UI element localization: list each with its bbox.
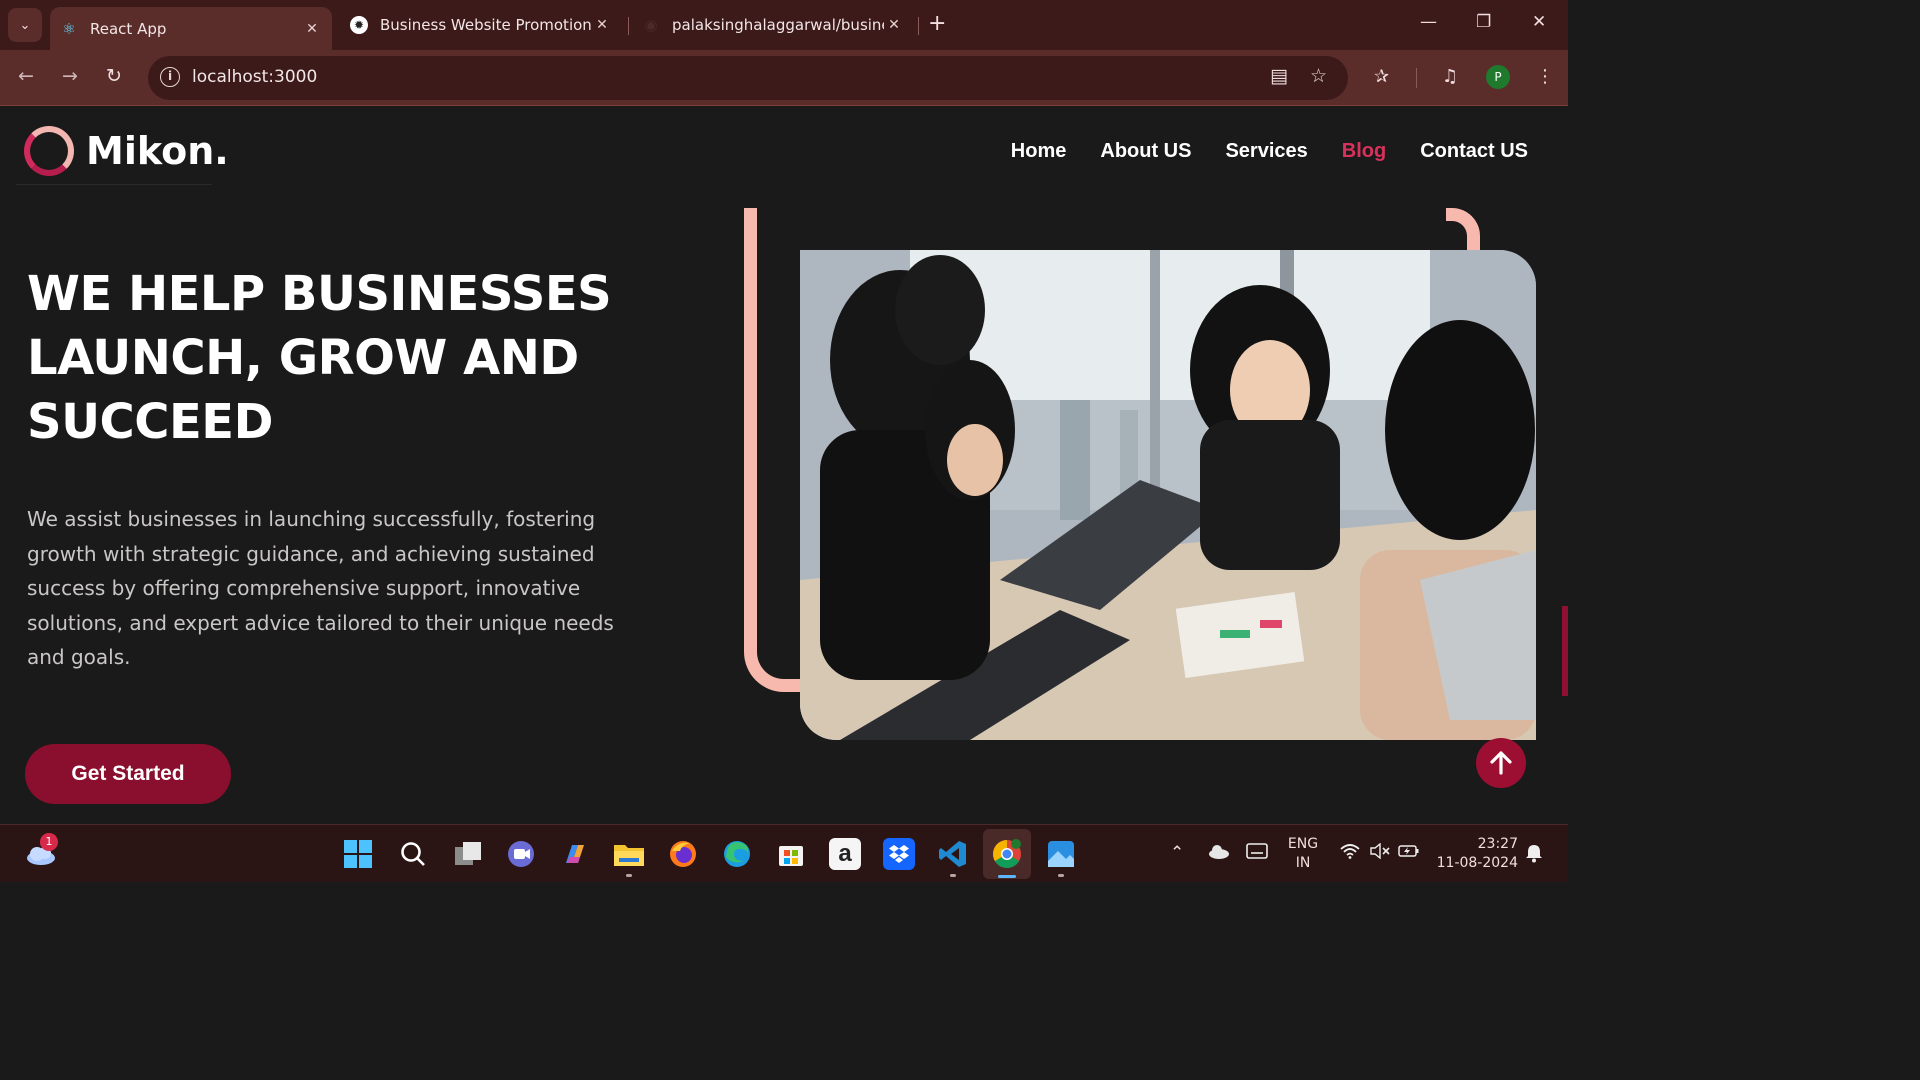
tab-search-button[interactable]: ⌄ <box>8 8 42 42</box>
chatgpt-icon: ✹ <box>350 16 368 34</box>
react-icon: ⚛ <box>62 19 76 38</box>
meet-icon[interactable] <box>505 838 537 870</box>
store-icon[interactable] <box>775 838 807 870</box>
tab-business-website-promotion[interactable]: ✹ Business Website Promotion ✕ <box>340 7 622 43</box>
running-indicator <box>1058 874 1064 877</box>
web-page: Mikon. Home About US Services Blog Conta… <box>0 106 1568 824</box>
logo-divider <box>16 184 212 185</box>
time-text: 23:27 <box>1477 836 1518 852</box>
tab-divider <box>628 17 629 35</box>
nav-blog[interactable]: Blog <box>1342 140 1386 163</box>
firefox-icon[interactable] <box>667 838 699 870</box>
task-view-icon[interactable] <box>452 838 484 870</box>
amazon-icon[interactable]: a <box>829 838 861 870</box>
active-indicator <box>998 875 1016 878</box>
logo-text: Mikon. <box>86 129 229 173</box>
reload-icon[interactable]: ↻ <box>106 65 122 87</box>
close-icon[interactable]: ✕ <box>592 17 612 33</box>
volume-muted-icon[interactable] <box>1370 842 1390 864</box>
notification-bell-icon[interactable] <box>1525 843 1543 868</box>
address-bar[interactable]: i localhost:3000 ▤ ☆ <box>148 56 1348 100</box>
start-icon[interactable] <box>342 838 374 870</box>
minimize-icon[interactable]: — <box>1420 12 1437 32</box>
toolbar: ← → ↻ i localhost:3000 ▤ ☆ ✰ ♫ P ⋮ <box>0 50 1568 106</box>
media-controls-icon[interactable]: ♫ <box>1442 66 1458 87</box>
nav-about[interactable]: About US <box>1100 140 1191 163</box>
battery-charging-icon[interactable] <box>1398 843 1420 864</box>
close-icon[interactable]: ✕ <box>302 21 322 37</box>
tab-label: Business Website Promotion <box>380 16 592 34</box>
date-text: 11-08-2024 <box>1436 855 1518 871</box>
site-info-icon[interactable]: i <box>160 67 180 87</box>
tab-label: React App <box>90 19 167 38</box>
github-icon: ◉ <box>644 16 658 34</box>
close-icon[interactable]: ✕ <box>884 17 904 33</box>
dropbox-icon[interactable] <box>883 838 915 870</box>
logo-ring-icon <box>24 126 74 176</box>
chevron-down-icon: ⌄ <box>19 17 31 33</box>
language-code: ENG <box>1287 836 1319 852</box>
install-app-icon[interactable]: ▤ <box>1270 65 1288 87</box>
chevron-up-icon[interactable]: ⌃ <box>1170 843 1184 863</box>
copilot-icon[interactable] <box>559 838 591 870</box>
restore-icon[interactable]: ❐ <box>1476 12 1491 32</box>
nav-contact[interactable]: Contact US <box>1420 140 1528 163</box>
hero-title: WE HELP BUSINESSES LAUNCH, GROW AND SUCC… <box>27 266 612 450</box>
photos-icon[interactable] <box>1045 838 1077 870</box>
search-icon[interactable] <box>397 838 429 870</box>
scrollbar-accent <box>1562 606 1568 696</box>
url-text[interactable]: localhost:3000 <box>192 67 317 87</box>
new-tab-button[interactable]: + <box>928 12 946 36</box>
hero-team-photo <box>800 250 1536 740</box>
site-logo[interactable]: Mikon. <box>24 126 229 176</box>
wifi-icon[interactable] <box>1340 843 1360 864</box>
tab-react-app[interactable]: ⚛ React App ✕ <box>50 7 332 50</box>
bookmarks-icon[interactable]: ✰ <box>1374 66 1389 87</box>
windows-taskbar: 1 a ⌃ ENG IN 23:27 11-08-2024 <box>0 824 1568 882</box>
edge-icon[interactable] <box>721 838 753 870</box>
forward-icon[interactable]: → <box>62 65 78 87</box>
touch-keyboard-icon[interactable] <box>1246 843 1268 864</box>
main-nav: Home About US Services Blog Contact US <box>1011 140 1528 163</box>
more-menu-icon[interactable]: ⋮ <box>1536 66 1554 87</box>
tab-strip: ⌄ ⚛ React App ✕ ✹ Business Website Promo… <box>0 0 1568 50</box>
running-indicator <box>626 874 632 877</box>
notification-badge: 1 <box>40 833 58 851</box>
arrow-up-icon <box>1490 751 1512 775</box>
tab-label: palaksinghalaggarwal/business <box>672 16 884 34</box>
chrome-icon[interactable] <box>991 838 1023 870</box>
nav-home[interactable]: Home <box>1011 140 1067 163</box>
file-explorer-icon[interactable] <box>613 838 645 870</box>
hero-description: We assist businesses in launching succes… <box>27 507 614 669</box>
clock[interactable]: 23:27 11-08-2024 <box>1434 835 1518 873</box>
region-code: IN <box>1295 855 1311 871</box>
toolbar-divider <box>1416 68 1417 88</box>
running-indicator <box>950 874 956 877</box>
language-indicator[interactable]: ENG IN <box>1286 835 1320 873</box>
tab-github[interactable]: ◉ palaksinghalaggarwal/business ✕ <box>632 7 914 43</box>
get-started-button[interactable]: Get Started <box>25 744 231 804</box>
close-window-icon[interactable]: ✕ <box>1532 12 1546 32</box>
bookmark-star-icon[interactable]: ☆ <box>1310 65 1327 87</box>
team-photo-illustration <box>800 250 1536 740</box>
tab-divider <box>918 17 919 35</box>
nav-services[interactable]: Services <box>1225 140 1307 163</box>
profile-avatar[interactable]: P <box>1486 65 1510 89</box>
scroll-to-top-button[interactable] <box>1476 738 1526 788</box>
onedrive-icon[interactable] <box>1208 843 1230 864</box>
back-icon[interactable]: ← <box>18 65 34 87</box>
vscode-icon[interactable] <box>937 838 969 870</box>
